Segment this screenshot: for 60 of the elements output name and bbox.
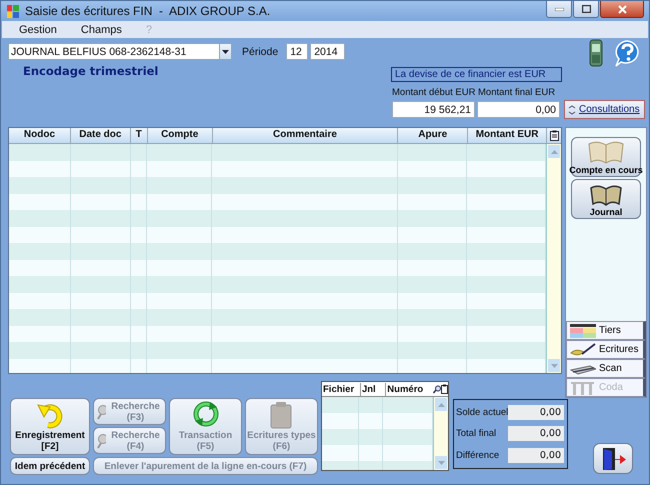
consultations-button[interactable]: Consultations [564,100,645,119]
column-header[interactable]: Commentaire [212,128,398,143]
amount-field[interactable]: 19 562,21 [392,101,475,118]
amount-field[interactable]: 0,00 [477,101,560,118]
exit-door-icon [600,446,626,470]
currency-note: La devise de ce financier est EUR [391,67,562,82]
menu-item[interactable]: Gestion [15,24,61,36]
close-icon [618,4,626,14]
column-header[interactable]: Jnl [360,382,386,396]
panel-tab[interactable]: Ecritures [566,340,646,359]
action-button[interactable]: Enregistrement [F2] [10,398,90,455]
column-header[interactable]: Montant EUR [468,128,548,143]
menu-item[interactable]: Champs [76,24,126,36]
bars-icon [570,380,596,394]
maximize-icon [582,5,590,13]
column-header[interactable]: Apure [398,128,468,143]
column-header[interactable]: Date doc [70,128,131,143]
consult-button[interactable]: Compte en cours [571,137,641,177]
total-field: 0,00 [508,426,564,442]
column-header[interactable]: Fichier [322,382,361,396]
chevron-icon [567,104,577,116]
table-icon [570,324,596,338]
total-label: Solde actuel [456,407,508,418]
maximize-button[interactable] [573,1,599,18]
help-icon[interactable] [613,38,641,66]
total-label: Total final [456,428,496,440]
column-header[interactable]: T [130,128,148,143]
minimize-button[interactable] [546,1,572,18]
column-header[interactable]: Numéro [386,382,433,396]
circular-arrows-icon [192,401,218,429]
clipboard-icon[interactable] [550,130,558,141]
period-label: Période [242,46,278,58]
exit-button[interactable] [593,443,633,474]
pen-icon [570,342,596,356]
dropdown-arrow-icon [222,50,229,54]
total-field: 0,00 [508,405,564,420]
mobile-phone-icon[interactable] [589,38,603,66]
window-title: Saisie des écritures FIN - ADIX GROUP S.A. [25,4,272,18]
amount-label: Montant final EUR [478,87,556,98]
minimize-icon [554,8,564,10]
section-heading: Encodage trimestriel [23,64,160,78]
clipboard-icon[interactable] [441,384,448,394]
panel-tab[interactable]: Scan [566,359,646,378]
total-field: 0,00 [508,448,564,463]
close-button[interactable] [600,1,644,18]
action-button[interactable]: Idem précédent [10,457,90,475]
month-field[interactable]: 12 [286,43,308,60]
panel-tab[interactable]: Tiers [566,321,646,340]
amount-label: Montant début EUR [392,87,476,98]
total-label: Différence [456,450,500,461]
clipboard-icon [268,401,294,429]
search-icon [97,432,106,448]
journal-dropdown[interactable]: JOURNAL BELFIUS 068-2362148-31 [8,43,232,60]
column-header[interactable]: Nodoc [9,128,71,143]
app-icon [7,4,19,18]
search-icon[interactable] [433,384,441,394]
year-field[interactable]: 2014 [310,43,346,60]
consult-button[interactable]: Journal [571,179,641,219]
column-header[interactable]: Compte [148,128,213,143]
search-icon [97,404,106,420]
